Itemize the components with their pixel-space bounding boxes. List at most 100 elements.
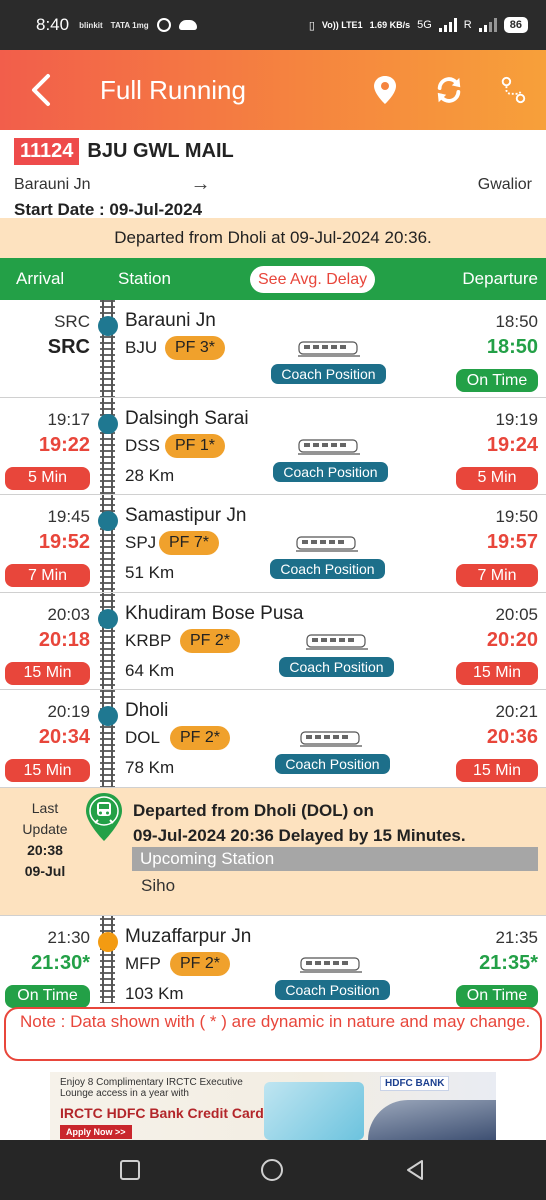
dynamic-data-note: Note : Data shown with ( * ) are dynamic… [4, 1007, 542, 1061]
last-update-message-line2: 09-Jul-2024 20:36 Delayed by 15 Minutes. [133, 825, 466, 845]
station-distance: 51 Km [125, 563, 175, 582]
app-header: Full Running [0, 50, 546, 130]
last-update-time: 20:38 [27, 841, 63, 858]
network-speed: 1.69 KB/s [369, 20, 411, 30]
coach-position-button[interactable]: Coach Position [273, 461, 388, 482]
arrival-scheduled: 19:45 [47, 507, 90, 526]
location-pin-icon[interactable] [370, 74, 400, 106]
last-update-panel: Last Update 20:38 09-Jul Departed from D… [0, 787, 546, 916]
credit-card-image [264, 1082, 364, 1140]
start-date: Start Date : 09-Jul-2024 [14, 200, 203, 219]
station-dot-icon [98, 706, 118, 726]
status-time: 8:40 [36, 15, 70, 34]
departure-delay-badge: 15 Min [456, 661, 538, 685]
platform-badge: PF 7* [159, 531, 220, 555]
departure-scheduled: 18:50 [495, 312, 538, 331]
train-coach-icon [296, 536, 358, 552]
departure-scheduled: 21:35 [495, 927, 538, 947]
station-dot-icon [98, 316, 118, 336]
upcoming-station-name: Siho [141, 875, 176, 895]
coach-position-button[interactable]: Coach Position [275, 754, 390, 774]
station-distance: 103 Km [125, 983, 184, 1003]
departure-actual: 20:20 [486, 628, 538, 651]
back-triangle-icon[interactable] [404, 1158, 426, 1182]
departure-scheduled: 19:50 [495, 507, 538, 526]
home-icon[interactable] [260, 1159, 283, 1181]
departure-scheduled: 20:21 [495, 702, 538, 721]
app-screen: 8:40 blinkit TATA 1mg ▯ Vo)) LTE1 1.69 K… [0, 0, 546, 1200]
right-arrow-icon: → [190, 173, 211, 195]
station-distance: 28 Km [125, 465, 175, 485]
departure-scheduled: 19:19 [495, 409, 538, 429]
arrival-actual: 19:52 [38, 531, 90, 553]
departure-expected: 21:35* [479, 951, 538, 974]
system-nav-bar [0, 1140, 546, 1200]
platform-badge: PF 2* [170, 726, 231, 750]
station-row[interactable]: 20:19 20:34 15 Min Dholi DOL PF 2* 78 Km… [0, 690, 546, 788]
last-update-label1: Last [31, 799, 59, 816]
signal-icon [438, 18, 457, 32]
signal-2-icon [478, 18, 497, 32]
station-dot-icon [98, 511, 118, 531]
see-avg-delay-button[interactable]: See Avg. Delay [250, 266, 376, 293]
arrival-actual: 20:18 [38, 628, 90, 651]
route-icon[interactable] [498, 74, 528, 106]
last-update-message: Departed from Dholi (DOL) on 09-Jul-2024… [133, 798, 466, 848]
col-station: Station [118, 269, 171, 288]
page-title: Full Running [100, 74, 246, 105]
ad-apply-button[interactable]: Apply Now >> [60, 1125, 132, 1139]
departure-actual: 19:57 [486, 531, 538, 553]
blinkit-notification-icon: blinkit [79, 20, 103, 30]
route-row: Barauni Jn → Gwalior [14, 173, 532, 196]
coach-position-button[interactable]: Coach Position [270, 559, 385, 579]
recent-apps-icon[interactable] [120, 1160, 141, 1180]
station-list: SRC SRC Barauni Jn BJU PF 3* Coach Posit… [0, 300, 546, 1013]
volte-indicator: Vo)) LTE1 [321, 20, 363, 30]
arrival-scheduled: 19:17 [47, 409, 90, 429]
train-coach-icon [298, 341, 360, 357]
coach-position-button[interactable]: Coach Position [275, 979, 390, 1000]
departure-scheduled: 20:05 [495, 604, 538, 624]
route-from: Barauni Jn [14, 175, 91, 193]
departure-status-badge: On Time [456, 369, 538, 392]
coach-position-button[interactable]: Coach Position [279, 656, 394, 677]
station-name: Khudiram Bose Pusa [125, 602, 304, 624]
station-name: Samastipur Jn [125, 505, 247, 526]
station-row[interactable]: 21:30 21:30* On Time Muzaffarpur Jn MFP … [0, 916, 546, 1014]
departed-banner: Departed from Dholi at 09-Jul-2024 20:36… [0, 218, 546, 258]
train-title-row: 11124 BJU GWL MAIL [14, 138, 532, 165]
departure-delay-badge: 15 Min [456, 759, 538, 782]
station-row[interactable]: 19:45 19:52 7 Min Samastipur Jn SPJ PF 7… [0, 495, 546, 593]
refresh-icon[interactable] [434, 74, 464, 106]
column-header: Arrival Station See Avg. Delay Departure [0, 258, 546, 300]
train-coach-icon [306, 633, 368, 650]
last-update-message-line1: Departed from Dholi (DOL) on [133, 800, 374, 820]
ad-banner[interactable]: Enjoy 8 Complimentary IRCTC Executive Lo… [50, 1072, 496, 1142]
arrival-delay-badge: 7 Min [5, 564, 90, 587]
train-location-pin-icon [86, 792, 122, 841]
train-coach-icon [300, 956, 362, 973]
station-row[interactable]: 20:03 20:18 15 Min Khudiram Bose Pusa KR… [0, 593, 546, 690]
station-row[interactable]: SRC SRC Barauni Jn BJU PF 3* Coach Posit… [0, 300, 546, 398]
station-row[interactable]: 19:17 19:22 5 Min Dalsingh Sarai DSS PF … [0, 398, 546, 495]
arrival-actual: 19:22 [38, 433, 90, 456]
ad-line1: Enjoy 8 Complimentary IRCTC Executive [60, 1077, 243, 1088]
station-dot-icon [98, 413, 118, 434]
platform-badge: PF 2* [170, 951, 231, 976]
last-update-date: 09-Jul [24, 862, 66, 879]
back-button[interactable] [0, 50, 80, 130]
arrival-scheduled: 20:19 [47, 702, 90, 721]
coach-position-button[interactable]: Coach Position [271, 364, 386, 384]
arrival-actual: SRC [47, 336, 90, 358]
app-notification-icon [156, 18, 171, 32]
arrival-scheduled: SRC [54, 312, 90, 331]
train-name: BJU GWL MAIL [87, 140, 234, 162]
arrival-delay-badge: 15 Min [5, 759, 90, 782]
arrival-delay-badge: 15 Min [5, 661, 90, 685]
arrival-status-badge: On Time [5, 984, 90, 1008]
departure-actual: 20:36 [486, 726, 538, 748]
roaming-indicator: R [463, 19, 472, 31]
last-update-label2: Update [22, 820, 68, 837]
departure-delay-badge: 5 Min [456, 466, 538, 490]
departure-delay-badge: 7 Min [456, 564, 538, 587]
